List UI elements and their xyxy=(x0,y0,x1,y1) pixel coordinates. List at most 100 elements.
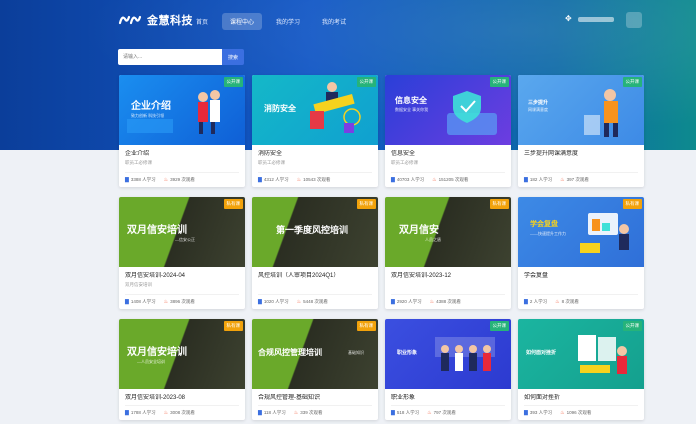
search-button[interactable]: 搜索 xyxy=(222,49,244,65)
learner-count: 393 人学习 xyxy=(529,410,553,415)
course-thumbnail: 消防安全 公开课 xyxy=(252,75,378,145)
nav-my-exams[interactable]: 我的考试 xyxy=(314,13,354,30)
book-icon: ▇ xyxy=(391,409,395,416)
course-card[interactable]: 消防安全 公开课 消防安全 职员工必修课 ▇ 4312 人学习 ♨ 10543 次观… xyxy=(252,75,378,187)
course-thumbnail: 三步提升 网课满意度 公开课 xyxy=(518,75,644,145)
course-type-badge: 公开课 xyxy=(489,77,509,87)
search-input[interactable] xyxy=(118,49,222,65)
thumbnail-subtitle: ——快速提升工作力 xyxy=(530,231,566,236)
course-thumbnail: 职业形象 公开课 xyxy=(385,319,511,389)
nav-my-learning[interactable]: 我的学习 xyxy=(268,13,308,30)
thumbnail-subtitle: —信安公正 xyxy=(175,237,195,242)
brand-logo-icon xyxy=(118,15,142,25)
course-card[interactable]: 如何面对挫折 公开课 如何面对挫折 ▇ 393 人学习 ♨ 1096 次观看 xyxy=(518,319,644,420)
course-type-badge: 私有课 xyxy=(356,199,376,209)
view-count: 3008 次观看 xyxy=(170,410,195,415)
course-type-badge: 公开课 xyxy=(356,77,376,87)
fire-icon: ♨ xyxy=(432,176,437,183)
course-title: 企业介绍 xyxy=(125,151,150,157)
thumbnail-title: 合规风控管理培训 xyxy=(258,348,322,357)
book-icon: ▇ xyxy=(125,298,129,305)
course-type-badge: 私有课 xyxy=(223,199,243,209)
thumbnail-title: 学会复盘 xyxy=(530,221,558,228)
course-card[interactable]: 企业介绍 致力创新 科技引领 公开课 企业介绍 职员工必修课 ▇ 3388 人学习… xyxy=(119,75,245,187)
fire-icon: ♨ xyxy=(163,409,169,416)
book-icon: ▇ xyxy=(524,176,528,183)
view-count: 4388 次观看 xyxy=(436,299,461,304)
learner-count: 1020 人学习 xyxy=(263,299,289,304)
nav-home[interactable]: 首页 xyxy=(188,13,216,30)
course-type-badge: 私有课 xyxy=(622,199,642,209)
book-icon: ▇ xyxy=(125,409,129,416)
fire-icon: ♨ xyxy=(560,176,565,183)
nav-course-center[interactable]: 课程中心 xyxy=(222,13,263,30)
main-nav: 首页 课程中心 我的学习 我的考试 xyxy=(188,13,354,30)
fire-icon: ♨ xyxy=(296,176,302,183)
course-thumbnail: 合规风控管理培训 基础知识 私有课 xyxy=(252,319,378,389)
book-icon: ▇ xyxy=(524,409,528,416)
fire-icon: ♨ xyxy=(163,298,169,305)
course-subtitle xyxy=(524,159,638,166)
course-thumbnail: 企业介绍 致力创新 科技引领 公开课 xyxy=(119,75,245,145)
course-card[interactable]: 信息安全 数据安全 事关你我 公开课 信息安全 职员工必修课 ▇ 40703 人学… xyxy=(385,75,511,187)
learner-count: 4312 人学习 xyxy=(263,177,289,182)
book-icon: ▇ xyxy=(258,298,262,305)
course-type-badge: 公开课 xyxy=(622,77,642,87)
course-card[interactable]: 双月信安 人员之盾 私有课 双月信安培训-2023-12 ▇ 2920 人学习 ♨… xyxy=(385,197,511,309)
thumbnail-title: 消防安全 xyxy=(264,104,296,113)
thumbnail-title: 第一季度风控培训 xyxy=(276,225,349,235)
top-navigation-bar: 金慧科技 首页 课程中心 我的学习 我的考试 ✥ xyxy=(0,0,696,40)
view-count: 151205 次观看 xyxy=(438,177,469,182)
course-thumbnail: 双月信安 人员之盾 私有课 xyxy=(385,197,511,267)
course-thumbnail: 如何面对挫折 公开课 xyxy=(518,319,644,389)
brand-logo[interactable]: 金慧科技 xyxy=(118,12,193,28)
course-title: 三步提升网课满意度 xyxy=(524,151,579,157)
course-card[interactable]: 职业形象 公开课 职业形象 ▇ 518 人学习 ♨ 797 次观看 xyxy=(385,319,511,420)
thumbnail-subtitle: 基础知识 xyxy=(348,350,364,355)
course-type-badge: 私有课 xyxy=(489,199,509,209)
course-title: 消防安全 xyxy=(258,151,283,157)
thumbnail-title: 信息安全 xyxy=(395,96,427,105)
course-card[interactable]: 双月信安培训 —信安公正 私有课 双月信安培训-2024-04 双月信安培训 ▇… xyxy=(119,197,245,309)
thumbnail-title: 双月信安 xyxy=(399,225,439,236)
view-count: 8 次观看 xyxy=(561,299,579,304)
course-subtitle: 职员工必修课 xyxy=(391,160,418,165)
course-type-badge: 私有课 xyxy=(356,321,376,331)
user-avatar[interactable] xyxy=(626,12,642,28)
course-subtitle: 双月信安培训 xyxy=(125,282,152,287)
course-type-badge: 公开课 xyxy=(489,321,509,331)
course-subtitle xyxy=(524,281,638,288)
view-count: 3929 次观看 xyxy=(170,177,195,182)
learner-count: 2920 人学习 xyxy=(396,299,422,304)
course-card[interactable]: 合规风控管理培训 基础知识 私有课 合规风控管理-基础知识 ▇ 118 人学习 ♨… xyxy=(252,319,378,420)
learner-count: 1408 人学习 xyxy=(130,299,156,304)
thumbnail-title: 如何面对挫折 xyxy=(526,350,557,356)
course-thumbnail: 学会复盘 ——快速提升工作力 私有课 xyxy=(518,197,644,267)
book-icon: ▇ xyxy=(524,298,528,305)
book-icon: ▇ xyxy=(258,409,262,416)
view-count: 5448 次观看 xyxy=(303,299,328,304)
book-icon: ▇ xyxy=(391,176,395,183)
course-title: 合规风控管理-基础知识 xyxy=(258,395,320,401)
fire-icon: ♨ xyxy=(163,176,169,183)
course-card[interactable]: 双月信安培训 —人员安全培训 私有课 双月信安培训-2023-08 ▇ 1788 … xyxy=(119,319,245,420)
course-card[interactable]: 第一季度风控培训 私有课 风控培训（人审项目2024Q1） ▇ 1020 人学习 … xyxy=(252,197,378,309)
fire-icon: ♨ xyxy=(293,409,299,416)
learner-count: 40703 人学习 xyxy=(396,177,425,182)
book-icon: ▇ xyxy=(258,176,262,183)
course-thumbnail: 第一季度风控培训 私有课 xyxy=(252,197,378,267)
user-name-redacted[interactable] xyxy=(578,17,614,22)
learner-count: 118 人学习 xyxy=(263,410,286,415)
view-count: 10543 次观看 xyxy=(303,177,331,182)
view-count: 397 次观看 xyxy=(566,177,589,182)
grid-switch-icon[interactable]: ✥ xyxy=(565,15,573,23)
course-card[interactable]: 三步提升 网课满意度 公开课 三步提升网课满意度 ▇ 182 人学习 ♨ 397 次… xyxy=(518,75,644,187)
course-title: 如何面对挫折 xyxy=(524,395,561,401)
learner-count: 182 人学习 xyxy=(529,177,553,182)
course-title: 双月信安培训-2024-04 xyxy=(125,273,186,279)
course-search: 搜索 xyxy=(118,49,244,65)
brand-name: 金慧科技 xyxy=(147,15,193,27)
course-card[interactable]: 学会复盘 ——快速提升工作力 私有课 学会复盘 ▇ 2 人学习 ♨ 8 次观看 xyxy=(518,197,644,309)
thumbnail-title: 双月信安培训 xyxy=(127,225,187,236)
thumbnail-title: 企业介绍 xyxy=(131,101,171,112)
